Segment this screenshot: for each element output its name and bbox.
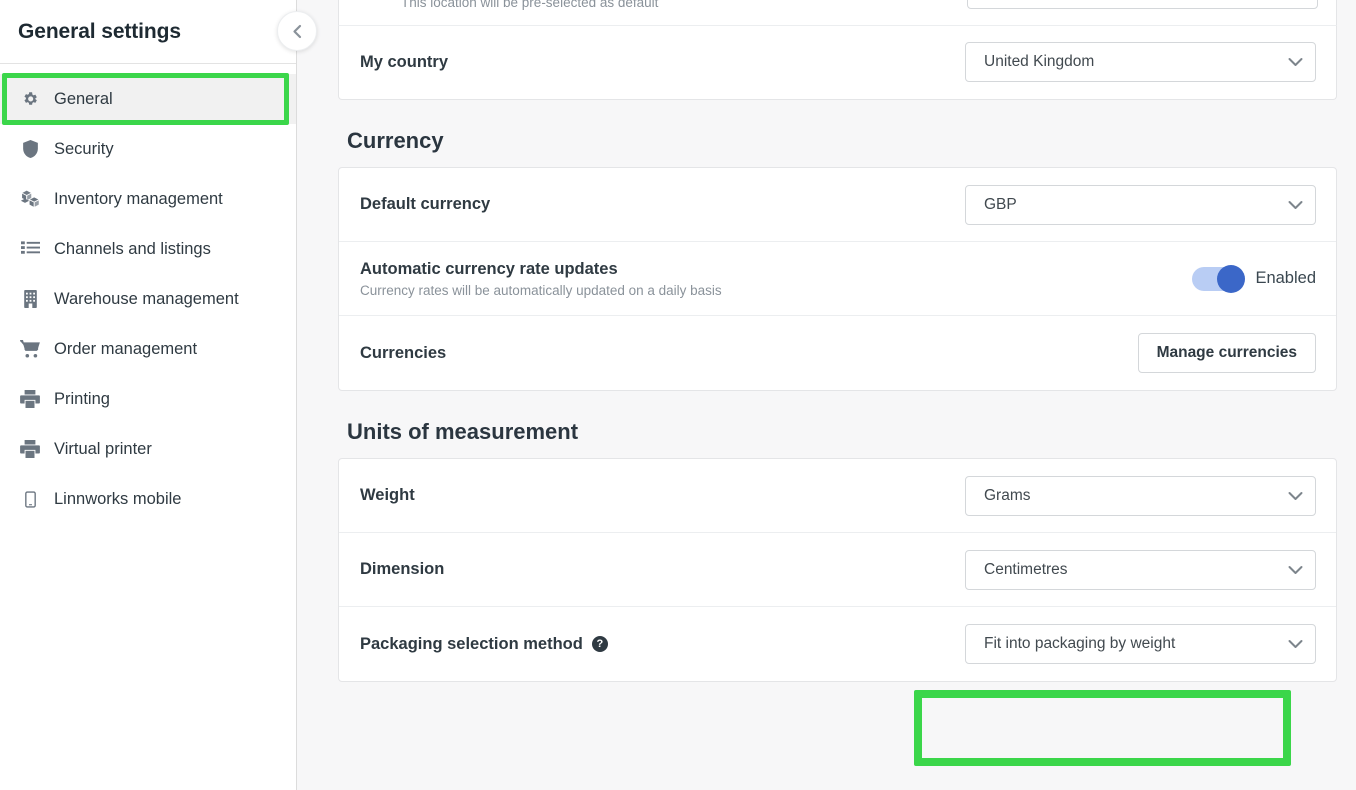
sidebar-item-printing[interactable]: Printing — [0, 374, 296, 424]
chevron-down-icon — [1288, 491, 1303, 501]
printer-icon — [20, 439, 40, 459]
sidebar-item-general[interactable]: General — [0, 74, 296, 124]
auto-rates-toggle[interactable] — [1192, 264, 1246, 293]
manage-currencies-button[interactable]: Manage currencies — [1137, 333, 1316, 373]
default-currency-value: GBP — [984, 195, 1017, 213]
auto-rates-toggle-wrap: Enabled — [1192, 264, 1316, 293]
my-country-value: United Kingdom — [984, 53, 1095, 70]
weight-select[interactable]: Grams — [965, 475, 1316, 516]
help-icon[interactable]: ? — [591, 636, 608, 652]
sidebar-item-label: Security — [54, 139, 114, 158]
dimension-select[interactable]: Centimetres — [965, 549, 1316, 590]
currency-section-title: Currency — [347, 128, 444, 153]
sidebar-header: General settings — [0, 0, 296, 64]
sidebar: General settings General Security Invent… — [0, 0, 317, 790]
sidebar-item-label: Inventory management — [54, 189, 223, 208]
currencies-row: Currencies Manage currencies — [339, 316, 1336, 390]
printer-icon — [20, 389, 40, 409]
sidebar-item-label: Warehouse management — [54, 289, 239, 308]
sidebar-item-label: Linnworks mobile — [54, 489, 182, 508]
units-panel: Weight Grams Dimension Centimetres Packa… — [338, 458, 1337, 682]
default-currency-row: Default currency GBP — [339, 168, 1336, 242]
clipped-row-subtext: This location will be pre-selected as de… — [401, 0, 659, 10]
gear-icon — [20, 89, 40, 109]
settings-content: This location will be pre-selected as de… — [297, 0, 1356, 790]
packaging-selection-method-select[interactable]: Fit into packaging by weight — [965, 624, 1316, 664]
sidebar-item-label: Virtual printer — [54, 439, 152, 458]
auto-rates-subtext: Currency rates will be automatically upd… — [360, 282, 722, 298]
sidebar-item-inventory-management[interactable]: Inventory management — [0, 174, 296, 224]
sidebar-item-label: Order management — [54, 339, 198, 358]
sidebar-item-label: Printing — [54, 389, 110, 408]
default-currency-select[interactable]: GBP — [965, 184, 1316, 225]
packaging-value: Fit into packaging by weight — [984, 635, 1176, 652]
auto-rates-label: Automatic currency rate updates — [360, 259, 618, 278]
sidebar-item-channels-and-listings[interactable]: Channels and listings — [0, 224, 296, 274]
chevron-left-icon — [291, 24, 304, 39]
chevron-down-icon — [1288, 200, 1303, 210]
currencies-label: Currencies — [360, 343, 447, 362]
toggle-knob — [1217, 264, 1246, 293]
my-country-select[interactable]: United Kingdom — [965, 42, 1316, 82]
list-icon — [20, 239, 40, 259]
default-currency-label: Default currency — [360, 195, 491, 213]
automatic-currency-rate-updates-row: Automatic currency rate updates Currency… — [339, 242, 1336, 316]
sidebar-item-virtual-printer[interactable]: Virtual printer — [0, 424, 296, 474]
chevron-down-icon — [1288, 57, 1303, 67]
sidebar-item-security[interactable]: Security — [0, 124, 296, 174]
page-title: General settings — [18, 19, 181, 43]
weight-label: Weight — [360, 486, 415, 504]
sidebar-item-linnworks-mobile[interactable]: Linnworks mobile — [0, 474, 296, 524]
sidebar-item-warehouse-management[interactable]: Warehouse management — [0, 274, 296, 324]
sidebar-collapse-button[interactable] — [277, 11, 317, 51]
sidebar-nav: General Security Inventory management Ch… — [0, 64, 296, 524]
clipped-location-row: This location will be pre-selected as de… — [338, 0, 1337, 26]
chevron-down-icon — [1288, 639, 1303, 649]
boxes-icon — [20, 189, 40, 209]
my-country-label: My country — [360, 52, 449, 71]
sidebar-item-order-management[interactable]: Order management — [0, 324, 296, 374]
auto-rates-state-label: Enabled — [1255, 269, 1316, 287]
clipped-location-select[interactable] — [967, 0, 1318, 9]
sidebar-item-label: Channels and listings — [54, 239, 211, 258]
packaging-selection-method-row: Packaging selection method ? Fit into pa… — [339, 607, 1336, 681]
country-panel: My country United Kingdom — [338, 25, 1337, 100]
sidebar-item-label: General — [54, 89, 113, 108]
my-country-row: My country United Kingdom — [339, 25, 1336, 99]
weight-value: Grams — [984, 486, 1031, 504]
cart-icon — [20, 339, 40, 359]
units-section-title: Units of measurement — [347, 419, 579, 444]
settings-page: General settings General Security Invent… — [0, 0, 1356, 790]
weight-row: Weight Grams — [339, 459, 1336, 533]
packaging-label-wrap: Packaging selection method ? — [360, 635, 965, 654]
currency-panel: Default currency GBP Automatic currency … — [338, 167, 1337, 391]
dimension-value: Centimetres — [984, 560, 1068, 578]
building-icon — [20, 289, 40, 309]
packaging-label: Packaging selection method — [360, 634, 583, 653]
chevron-down-icon — [1288, 565, 1303, 575]
mobile-icon — [20, 489, 40, 509]
dimension-label: Dimension — [360, 560, 445, 578]
dimension-row: Dimension Centimetres — [339, 533, 1336, 607]
shield-icon — [20, 139, 40, 159]
